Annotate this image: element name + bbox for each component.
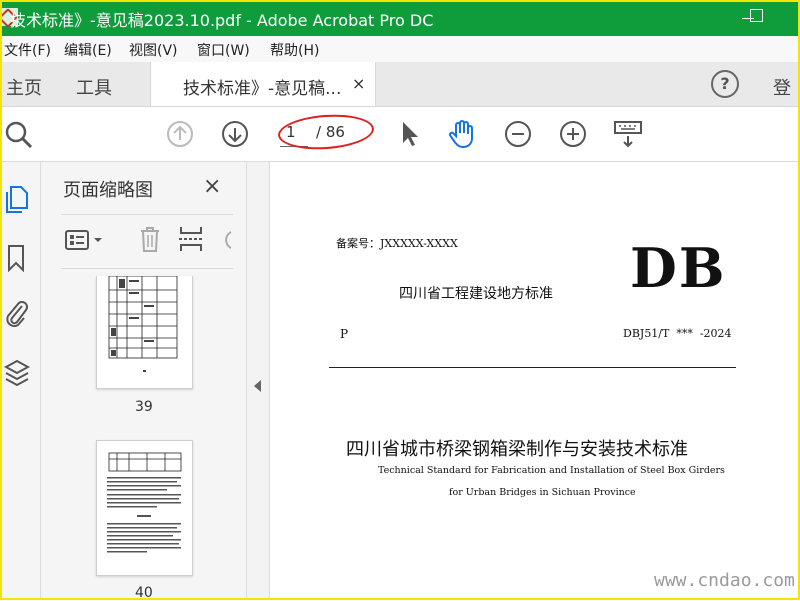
- zoom-out-icon[interactable]: [504, 120, 532, 148]
- page-thumbnails-icon[interactable]: [4, 184, 30, 214]
- panel-title: 页面缩略图: [63, 180, 153, 201]
- watermark-text: www.cndao.com: [654, 570, 795, 591]
- left-tool-rail: [0, 162, 41, 600]
- tab-home[interactable]: 主页: [6, 74, 42, 100]
- p-mark: P: [340, 327, 349, 341]
- next-page-icon[interactable]: [221, 120, 249, 148]
- rotate-page-icon[interactable]: [217, 226, 233, 254]
- document-view[interactable]: 备案号：JXXXXX-XXXX DB 四川省工程建设地方标准 P DBJ51/T…: [270, 162, 800, 600]
- maximize-button[interactable]: [746, 6, 770, 28]
- panel-divider: [61, 214, 233, 215]
- header-rule: [329, 367, 736, 368]
- document-title-en-1: Technical Standard for Fabrication and I…: [378, 465, 725, 476]
- thumbnail-label-40: 40: [135, 585, 153, 601]
- delete-page-icon[interactable]: [137, 224, 163, 254]
- hand-tool-icon[interactable]: [448, 118, 478, 150]
- menu-edit[interactable]: 编辑(E): [64, 40, 112, 60]
- tab-close-icon[interactable]: ×: [352, 74, 365, 93]
- sign-in-button[interactable]: 登: [773, 74, 791, 100]
- layers-icon[interactable]: [4, 358, 30, 388]
- standard-code: DBJ51/T *** -2024: [623, 327, 732, 340]
- attachment-icon[interactable]: [4, 298, 30, 330]
- previous-page-icon[interactable]: [166, 120, 194, 148]
- db-mark: DB: [630, 236, 727, 300]
- collapse-arrow-icon: [254, 380, 261, 392]
- thumbnail-page-39[interactable]: [96, 275, 193, 389]
- thumbnail-40-content: [107, 452, 182, 553]
- menu-bar: 文件(F) 编辑(E) 视图(V) 窗口(W) 帮助(H): [0, 36, 800, 62]
- tab-document[interactable]: 技术标准》-意见稿... ×: [150, 62, 376, 106]
- thumbnail-options-icon[interactable]: [65, 228, 107, 252]
- panel-divider-bottom: [61, 268, 233, 269]
- keyboard-icon[interactable]: [613, 119, 643, 149]
- record-number: 备案号：JXXXXX-XXXX: [336, 237, 458, 250]
- page-thumbnails-panel: 页面缩略图 × 39 40: [41, 162, 281, 601]
- menu-window[interactable]: 窗口(W): [197, 40, 250, 60]
- toolbar: 1 / 86: [0, 107, 800, 162]
- thumbnail-39-content: [108, 275, 178, 372]
- menu-help[interactable]: 帮助(H): [270, 40, 319, 60]
- zoom-in-icon[interactable]: [559, 120, 587, 148]
- document-title-cn: 四川省城市桥梁钢箱梁制作与安装技术标准: [346, 439, 688, 460]
- document-title-en-2: for Urban Bridges in Sichuan Province: [449, 487, 636, 498]
- panel-close-icon[interactable]: ×: [203, 174, 221, 199]
- select-cursor-icon[interactable]: [398, 119, 422, 149]
- window-title: 技术标准》-意见稿2023.10.pdf - Adobe Acrobat Pro…: [10, 11, 434, 30]
- tab-tools[interactable]: 工具: [76, 74, 112, 100]
- title-bar: 技术标准》-意见稿2023.10.pdf - Adobe Acrobat Pro…: [0, 0, 800, 36]
- help-button[interactable]: ?: [711, 70, 739, 98]
- menu-view[interactable]: 视图(V): [129, 40, 178, 60]
- tab-bar: 主页 工具 技术标准》-意见稿... × ? 登: [0, 62, 800, 107]
- thumbnail-page-40[interactable]: [96, 440, 193, 576]
- insert-page-icon[interactable]: [177, 224, 205, 254]
- thumbnail-label-39: 39: [135, 399, 153, 415]
- bookmark-icon[interactable]: [6, 244, 26, 272]
- panel-collapse-handle[interactable]: [247, 162, 270, 600]
- menu-file[interactable]: 文件(F): [4, 40, 51, 60]
- search-icon[interactable]: [4, 120, 34, 150]
- local-standard-label: 四川省工程建设地方标准: [399, 286, 553, 302]
- tab-document-label: 技术标准》-意见稿...: [183, 79, 342, 99]
